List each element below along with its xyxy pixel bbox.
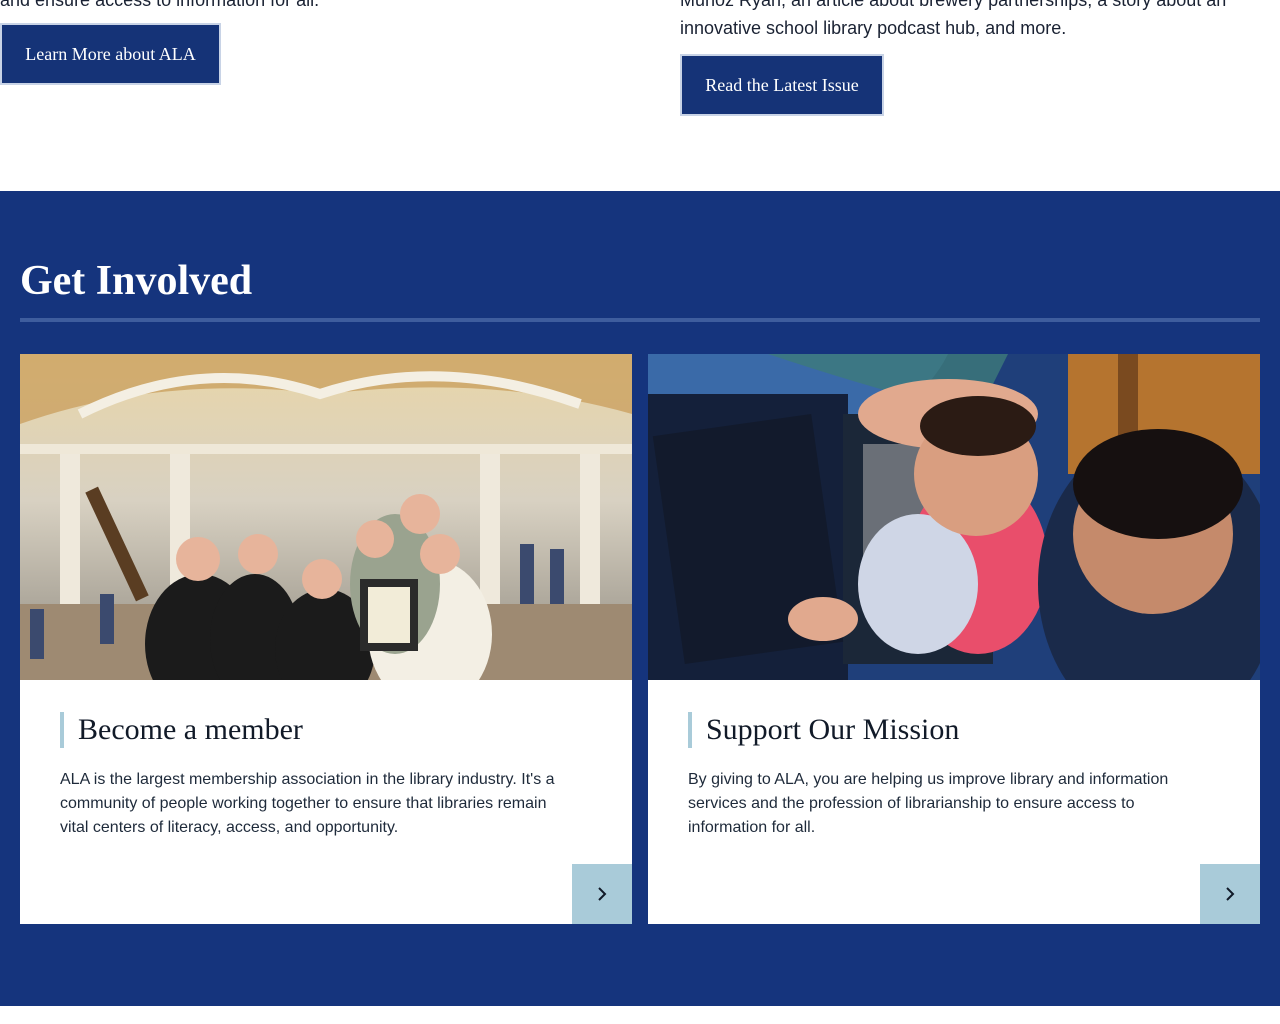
card-description: ALA is the largest membership associatio… <box>60 771 555 836</box>
top-right-text-line1: Muñoz Ryan, an article about brewery par… <box>680 0 1227 10</box>
chevron-right-icon <box>1226 887 1235 901</box>
top-right-text-line2: innovative school library podcast hub, a… <box>680 18 1067 38</box>
card-photo-reading <box>648 354 1260 680</box>
section-divider <box>20 318 1260 322</box>
card-description: By giving to ALA, you are helping us imp… <box>688 771 1169 836</box>
card-become-member[interactable]: Become a member ALA is the largest membe… <box>20 354 632 924</box>
top-section: and ensure access to information for all… <box>0 0 1280 191</box>
card-title: Become a member <box>78 713 303 746</box>
become-member-arrow-button[interactable] <box>572 864 632 924</box>
section-title: Get Involved <box>20 258 253 304</box>
support-mission-arrow-button[interactable] <box>1200 864 1260 924</box>
top-left-text: and ensure access to information for all… <box>0 0 320 10</box>
learn-more-button[interactable]: Learn More about ALA <box>0 23 221 85</box>
card-title: Support Our Mission <box>706 713 960 746</box>
get-involved-section: Get Involved Become a member ALA is the … <box>0 191 1280 1006</box>
chevron-right-icon <box>598 887 607 901</box>
card-title-bar: Support Our Mission <box>688 712 959 748</box>
card-support-mission[interactable]: Support Our Mission By giving to ALA, yo… <box>648 354 1260 924</box>
read-latest-issue-button[interactable]: Read the Latest Issue <box>680 54 884 116</box>
card-photo-celebration <box>20 354 632 680</box>
card-title-bar: Become a member <box>60 712 303 748</box>
